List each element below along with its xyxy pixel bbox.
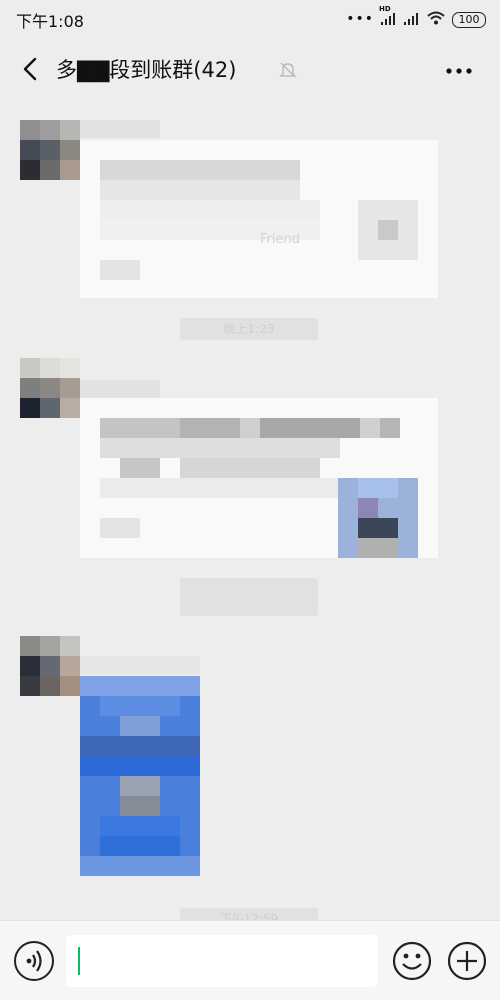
status-icons: ••• HD 100 [346,5,486,29]
voice-icon[interactable] [14,941,54,981]
card-blur-text: Friend [260,232,300,247]
status-dots-icon: ••• [346,10,374,27]
back-arrow-icon[interactable] [18,56,44,82]
signal-icon [404,10,420,29]
sender-name [80,120,160,138]
battery-icon: 100 [452,11,486,28]
wifi-icon [427,10,445,29]
avatar[interactable] [20,358,80,418]
input-bar [0,920,500,1000]
emoji-icon[interactable] [392,941,432,985]
chat-title[interactable]: 多▇▇段到账群(42) [56,54,236,84]
plus-icon[interactable] [447,941,487,985]
hd-signal-icon: HD [379,5,397,27]
avatar[interactable] [20,120,80,180]
status-bar: 下午1:08 ••• HD 100 [0,0,500,36]
image-message[interactable] [80,676,200,876]
status-time: 下午1:08 [16,12,84,31]
card-message[interactable] [80,398,438,558]
time-divider [180,578,318,616]
more-dots-icon[interactable] [446,60,472,79]
card-message[interactable]: Friend [80,140,438,298]
sender-name [80,656,200,674]
sender-name [80,380,160,398]
time-divider: 晚上1:23 [180,318,318,340]
chat-header: 多▇▇段到账群(42) [0,36,500,100]
text-caret [78,947,80,975]
mute-bell-icon [278,60,298,84]
message-input[interactable] [66,935,378,987]
avatar[interactable] [20,636,80,696]
